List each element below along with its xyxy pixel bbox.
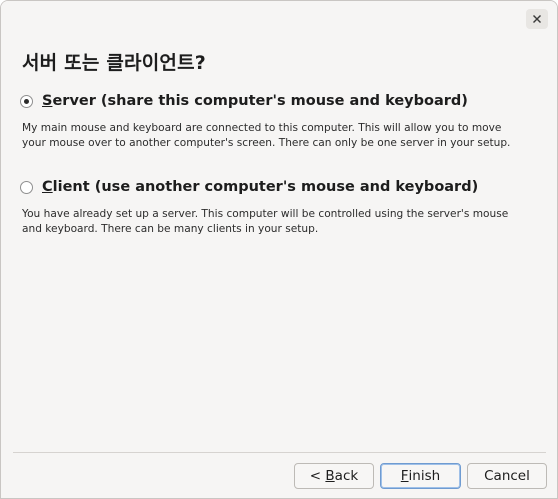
client-radio-button[interactable] — [20, 180, 33, 194]
server-label-text: erver (share this computer's mouse and k… — [52, 93, 468, 109]
finish-mnemonic: F — [400, 468, 409, 484]
back-button[interactable]: < Back — [294, 463, 374, 489]
client-option-label[interactable]: Client (use another computer's mouse and… — [42, 179, 478, 195]
server-option-label[interactable]: Server (share this computer's mouse and … — [42, 93, 468, 109]
cancel-button[interactable]: Cancel — [467, 463, 547, 489]
client-label-text: lient (use another computer's mouse and … — [52, 179, 479, 195]
back-button-prefix: < — [309, 468, 326, 484]
page-title: 서버 또는 클라이언트? — [22, 52, 206, 74]
server-radio-button[interactable] — [20, 94, 33, 108]
cancel-button-label: Cancel — [484, 468, 530, 484]
back-button-label: ack — [334, 468, 359, 484]
title-bar — [1, 1, 557, 37]
server-description: My main mouse and keyboard are connected… — [22, 122, 511, 149]
client-radio-option[interactable]: Client (use another computer's mouse and… — [20, 179, 478, 195]
client-description: You have already set up a server. This c… — [22, 208, 509, 235]
close-icon — [532, 14, 542, 24]
client-mnemonic: C — [42, 179, 53, 195]
button-separator — [13, 452, 546, 453]
dialog-window: 서버 또는 클라이언트? Server (share this computer… — [0, 0, 558, 499]
finish-button-label: inish — [408, 468, 441, 484]
server-radio-option[interactable]: Server (share this computer's mouse and … — [20, 93, 468, 109]
finish-button[interactable]: Finish — [380, 463, 461, 489]
back-mnemonic: B — [325, 468, 335, 484]
close-button[interactable] — [526, 9, 548, 29]
server-mnemonic: S — [42, 93, 53, 109]
